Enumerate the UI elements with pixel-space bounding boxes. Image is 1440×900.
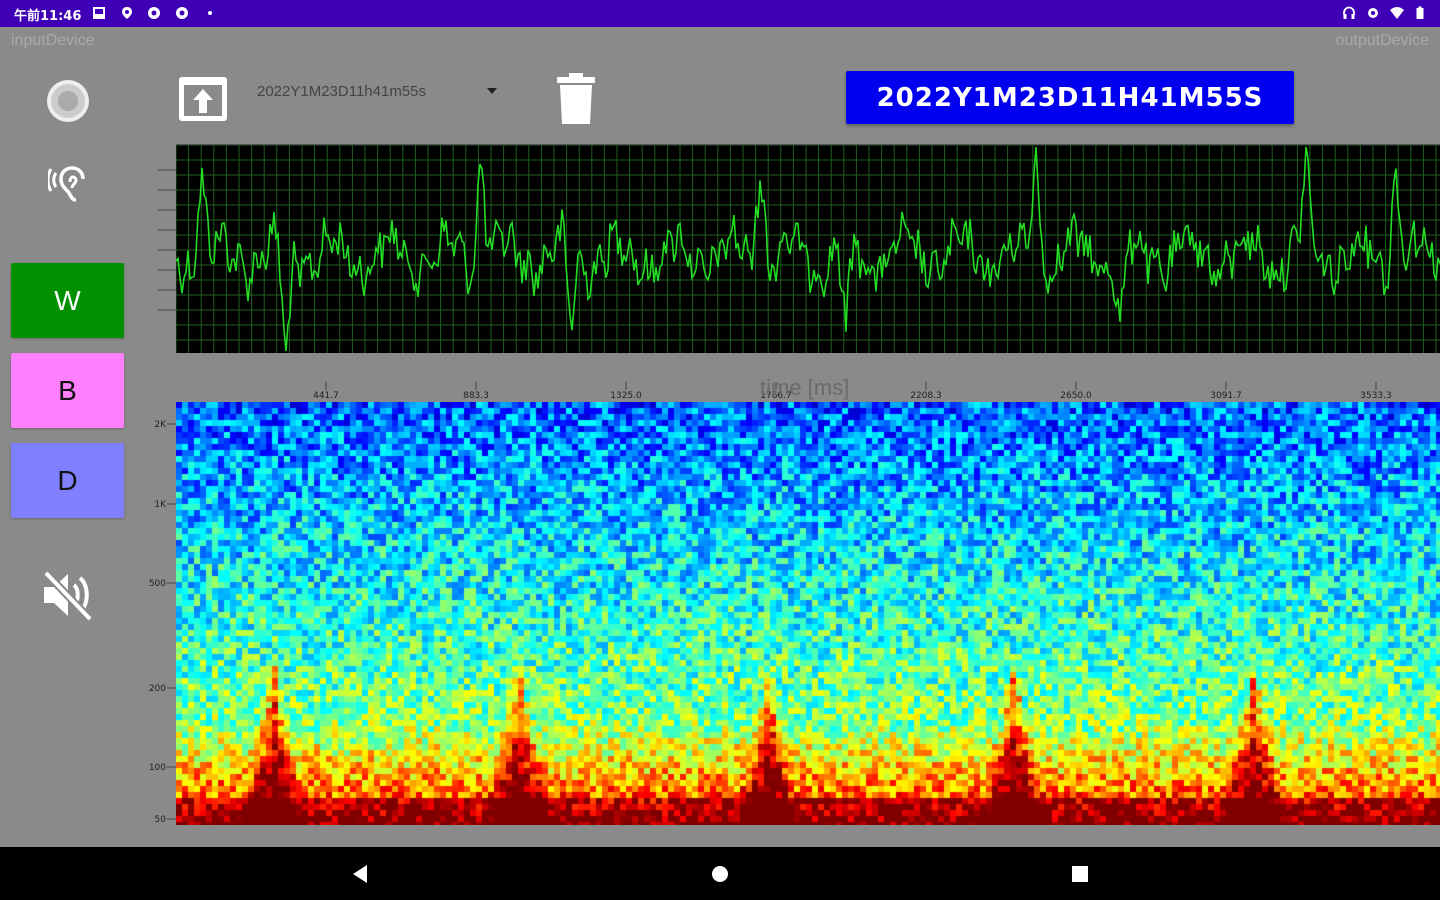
output-device-label[interactable]: outputDevice [1336,32,1429,50]
home-icon[interactable] [710,864,730,884]
y-tick-label: 50 [155,815,167,825]
vpn-key-icon [1368,8,1378,18]
dot-icon [208,11,212,15]
recording-title-label: 2022Y1M23D11H41M55S [876,82,1264,113]
x-tick-label: 441.7 [313,391,339,401]
y-tick-label: 500 [149,579,166,589]
d-button-label: D [57,464,78,496]
x-tick-label: 1325.0 [610,391,642,401]
y-tick-label: 1K [154,500,167,510]
hearing-icon[interactable] [48,164,88,208]
record-icon [176,7,188,19]
spectrogram-y-axis: 2K 1K 500 200 100 50 [149,420,176,825]
w-button[interactable]: W [11,263,124,338]
d-button[interactable]: D [11,443,124,518]
x-tick-label: 3533.3 [1360,391,1392,401]
waveform-axes: 441.7 883.3 1325.0 1766.7 2208.3 2650.0 3091.7… [158,169,1392,401]
file-select-value: 2022Y1M23D11h41m55s [257,83,427,100]
b-button-label: B [58,374,77,406]
back-icon[interactable] [350,864,370,884]
status-bar: 午前11:46 [0,0,1440,27]
dropdown-arrow-icon [487,88,497,94]
b-button[interactable]: B [11,353,124,428]
recents-icon[interactable] [1071,865,1089,883]
trash-icon[interactable] [555,72,597,126]
x-tick-label: 2650.0 [1060,391,1092,401]
x-tick-label: 3091.7 [1210,391,1242,401]
record-icon [148,7,160,19]
y-tick-label: 2K [154,420,167,430]
x-tick-label: 883.3 [463,391,489,401]
upload-icon[interactable] [177,75,229,123]
wifi-icon [1390,7,1404,19]
file-select[interactable]: 2022Y1M23D11h41m55s [257,81,501,101]
y-tick-label: 100 [149,763,166,773]
image-icon [93,7,105,19]
headset-icon [1343,6,1355,19]
w-button-label: W [54,284,81,316]
spectrogram-plot[interactable] [176,402,1440,825]
app-content: inputDevice outputDevice W B D 2022Y1M23… [0,27,1440,847]
battery-icon [1416,6,1424,19]
y-tick-label: 200 [149,684,166,694]
waveform-xlabel: time [ms] [760,375,850,400]
x-tick-label: 2208.3 [910,391,942,401]
location-icon [122,7,132,19]
input-device-label[interactable]: inputDevice [11,32,95,50]
record-icon[interactable] [45,78,91,124]
volume-off-icon[interactable] [40,567,96,623]
recording-title-button[interactable]: 2022Y1M23D11H41M55S [846,71,1294,124]
status-time: 午前11:46 [14,9,82,24]
navigation-bar [0,847,1440,900]
